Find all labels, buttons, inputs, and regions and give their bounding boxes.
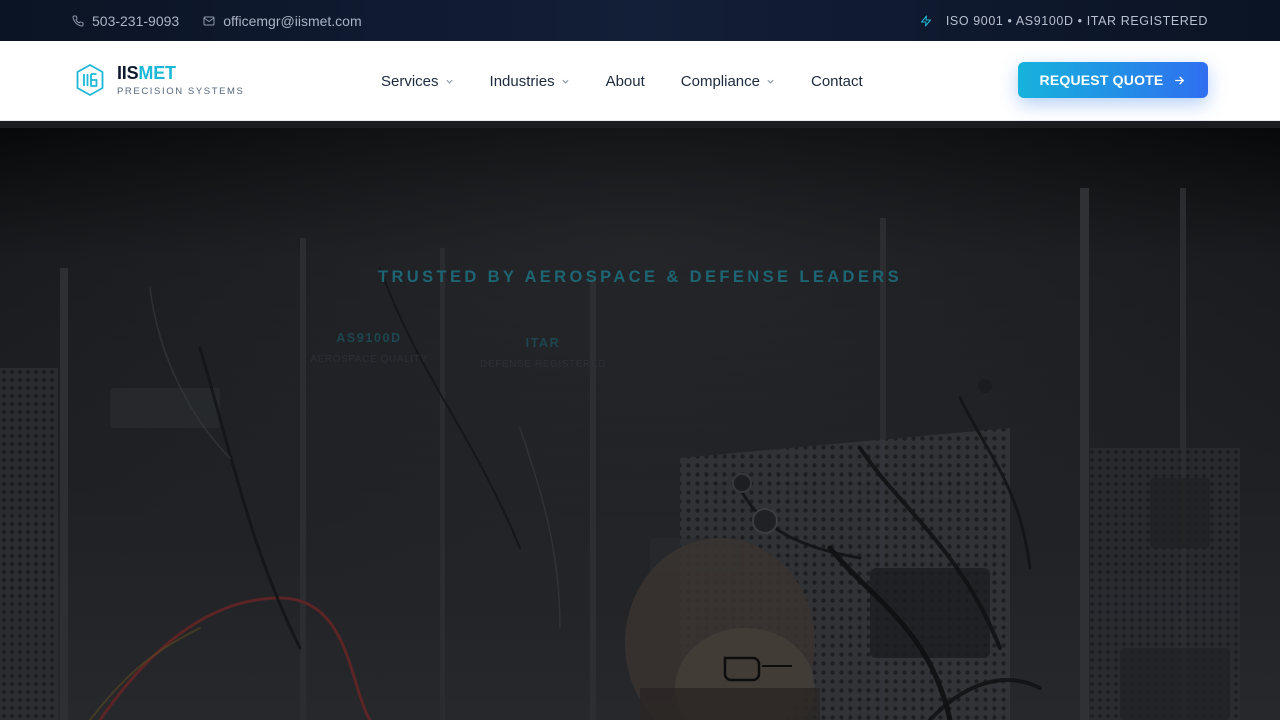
primary-menu: Services Industries About Compliance Con…	[381, 41, 863, 121]
chevron-down-icon	[561, 79, 569, 84]
nav-compliance[interactable]: Compliance	[681, 73, 775, 90]
nav-about-label: About	[605, 72, 645, 90]
email-address: officemgr@iismet.com	[223, 12, 362, 29]
nav-compliance-label: Compliance	[680, 72, 760, 90]
cert-title: AS9100D	[336, 331, 402, 345]
brand-name-part1: IIS	[117, 63, 139, 83]
lightning-icon	[920, 15, 931, 26]
nav-services[interactable]: Services	[381, 73, 454, 90]
nav-contact[interactable]: Contact	[811, 73, 863, 90]
hero-section: TRUSTED BY AEROSPACE & DEFENSE LEADERS A…	[0, 128, 1280, 720]
nav-about[interactable]: About	[606, 73, 645, 90]
arrow-right-icon	[1175, 76, 1185, 84]
hero-background-image	[0, 128, 1280, 720]
logo-hexagon-icon	[75, 63, 105, 97]
logo-text: IISMET PRECISION SYSTEMS	[117, 63, 245, 97]
nav-industries-label: Industries	[489, 72, 555, 90]
nav-contact-label: Contact	[811, 72, 863, 90]
cert-as9100d: AS9100D AEROSPACE QUALITY	[309, 331, 429, 365]
request-quote-button[interactable]: REQUEST QUOTE	[1018, 62, 1208, 98]
main-navbar: IISMET PRECISION SYSTEMS Services Indust…	[0, 41, 1280, 121]
chevron-down-icon	[445, 79, 453, 84]
nav-services-label: Services	[381, 72, 439, 90]
brand-name-part2: MET	[138, 63, 176, 83]
mail-icon	[203, 16, 215, 25]
brand-name: IISMET	[117, 63, 245, 83]
phone-link[interactable]: 503-231-9093	[72, 13, 179, 29]
chevron-down-icon	[767, 79, 774, 84]
nav-industries[interactable]: Industries	[490, 73, 570, 90]
hero-tagline: TRUSTED BY AEROSPACE & DEFENSE LEADERS	[377, 268, 903, 286]
cert-subtitle: AEROSPACE QUALITY	[310, 354, 428, 365]
phone-icon	[72, 14, 84, 26]
top-contact-bar: 503-231-9093 officemgr@iismet.com ISO 90…	[0, 0, 1280, 41]
cert-title: ITAR	[525, 336, 561, 350]
request-quote-label: REQUEST QUOTE	[1039, 72, 1164, 88]
certification-text: ISO 9001 • AS9100D • ITAR REGISTERED	[945, 13, 1208, 28]
certification-badge: ISO 9001 • AS9100D • ITAR REGISTERED	[920, 14, 1208, 28]
cert-itar: ITAR DEFENSE REGISTERED	[478, 336, 608, 370]
phone-number: 503-231-9093	[92, 12, 180, 29]
site-logo[interactable]: IISMET PRECISION SYSTEMS	[75, 63, 245, 97]
brand-tagline: PRECISION SYSTEMS	[117, 86, 245, 97]
contact-info: 503-231-9093 officemgr@iismet.com	[72, 13, 362, 29]
email-link[interactable]: officemgr@iismet.com	[203, 12, 362, 29]
cert-subtitle: DEFENSE REGISTERED	[480, 359, 606, 370]
